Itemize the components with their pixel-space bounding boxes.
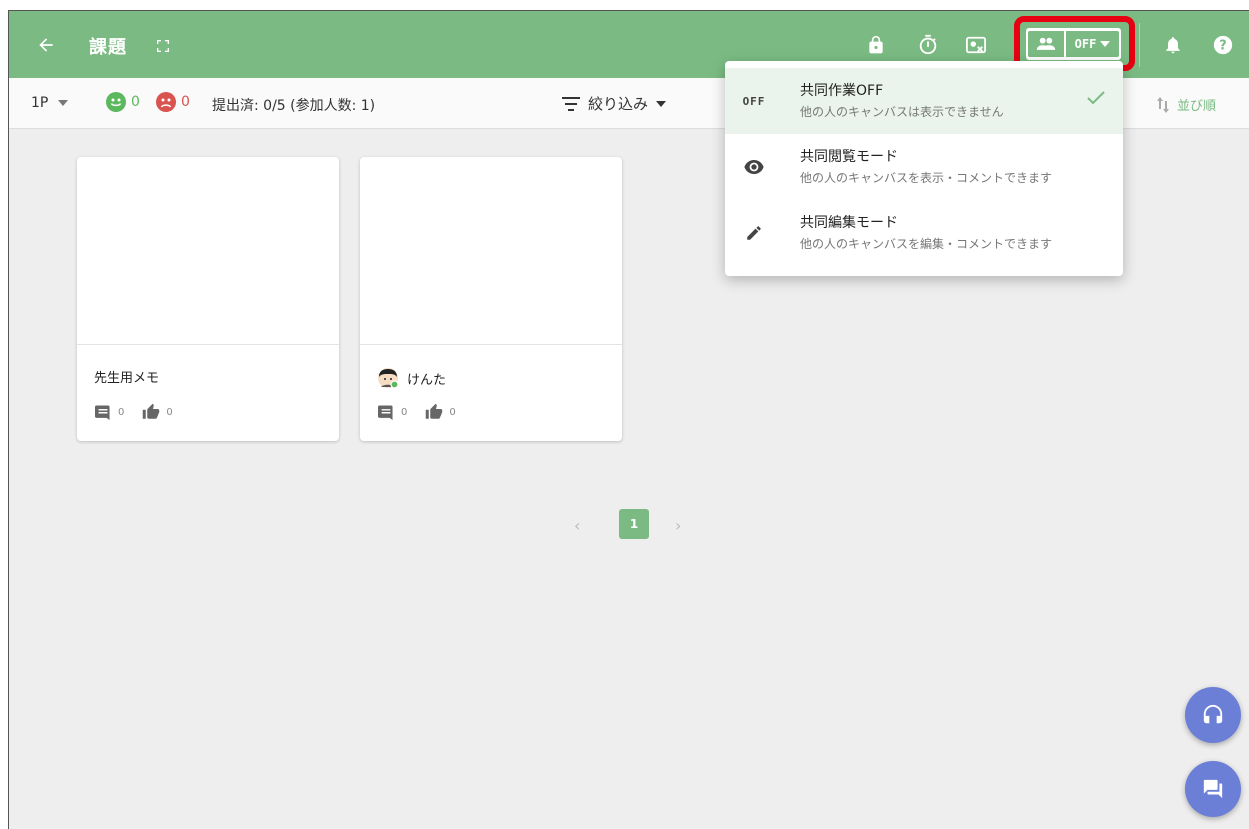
svg-text:?: ? — [1219, 39, 1226, 54]
caret-down-icon — [58, 100, 69, 106]
avatar — [378, 368, 399, 389]
sort-label: 並び順 — [1177, 99, 1217, 114]
card-thumbnail — [77, 157, 339, 345]
filter-icon — [562, 96, 580, 111]
menu-item-subtitle: 他の人のキャンバスを表示・コメントできます — [800, 171, 1053, 185]
sort-button[interactable]: 並び順 — [1157, 95, 1216, 114]
headset-icon — [1203, 704, 1223, 724]
off-icon-text: OFF — [742, 94, 766, 108]
pagination-prev[interactable]: ‹ — [574, 516, 580, 535]
off-icon: OFF — [739, 90, 769, 112]
sort-icon — [1157, 96, 1169, 113]
card-thumbnail — [360, 157, 622, 345]
timer-icon[interactable] — [914, 31, 942, 59]
page-selector[interactable]: 1P — [31, 95, 69, 111]
frown-icon — [156, 92, 176, 112]
page-selector-label: 1P — [31, 95, 49, 111]
submission-status: 提出済: 0/5 (参加人数: 1) — [212, 98, 376, 114]
pagination-page[interactable]: 1 — [619, 509, 649, 539]
fullscreen-icon[interactable] — [149, 32, 177, 60]
comment-count-group[interactable]: 0 — [94, 404, 124, 420]
smile-reaction: 0 — [106, 92, 140, 112]
frown-count: 0 — [181, 94, 190, 110]
filter-button[interactable]: 絞り込み — [562, 93, 667, 114]
like-count: 0 — [166, 406, 173, 418]
caret-down-icon — [656, 100, 667, 107]
menu-item-title: 共同編集モード — [800, 215, 898, 231]
check-icon — [1087, 90, 1105, 109]
card-stats: 0 0 — [94, 403, 191, 421]
chat-button[interactable] — [1185, 761, 1241, 817]
lock-icon[interactable] — [862, 31, 890, 59]
help-icon[interactable]: ? — [1209, 31, 1237, 59]
eye-icon — [739, 156, 769, 178]
menu-item-collab-view[interactable]: 共同閲覧モード 他の人のキャンバスを表示・コメントできます — [725, 134, 1123, 200]
comment-icon — [378, 405, 393, 420]
back-arrow-icon[interactable] — [32, 31, 60, 59]
smile-count: 0 — [131, 94, 140, 110]
card-name: けんた — [377, 367, 446, 389]
menu-item-subtitle: 他の人のキャンバスを編集・コメントできます — [800, 237, 1053, 251]
filter-label: 絞り込み — [588, 95, 649, 113]
menu-item-title: 共同閲覧モード — [800, 149, 898, 165]
comment-count-group[interactable]: 0 — [377, 404, 407, 420]
menu-item-title: 共同作業OFF — [800, 83, 884, 99]
comment-count: 0 — [118, 406, 125, 418]
canvas-card[interactable]: 先生用メモ 0 0 — [77, 157, 339, 441]
like-count-group[interactable]: 0 — [425, 403, 456, 421]
comment-icon — [95, 405, 110, 420]
page-title: 課題 — [89, 37, 127, 58]
like-count-group[interactable]: 0 — [142, 403, 173, 421]
menu-item-collab-edit[interactable]: 共同編集モード 他の人のキャンバスを編集・コメントできます — [725, 200, 1123, 266]
toolbar-divider — [1139, 23, 1140, 67]
thumbs-up-icon — [143, 403, 160, 419]
canvas-card[interactable]: けんた 0 0 — [360, 157, 622, 441]
comment-count: 0 — [401, 406, 408, 418]
collab-mode-menu: OFF 共同作業OFF 他の人のキャンバスは表示できません 共同閲覧モード 他の… — [725, 61, 1123, 276]
card-name-text: 先生用メモ — [94, 371, 160, 386]
card-name-text: けんた — [407, 372, 447, 388]
like-count: 0 — [449, 406, 456, 418]
support-button[interactable] — [1185, 687, 1241, 743]
preview-off-icon[interactable] — [962, 31, 990, 59]
menu-item-subtitle: 他の人のキャンバスは表示できません — [800, 105, 1004, 119]
card-stats: 0 0 — [377, 403, 474, 421]
pencil-icon — [739, 222, 769, 244]
card-name: 先生用メモ — [94, 367, 159, 386]
bell-icon[interactable] — [1159, 31, 1187, 59]
menu-item-collab-off[interactable]: OFF 共同作業OFF 他の人のキャンバスは表示できません — [725, 68, 1123, 134]
thumbs-up-icon — [426, 403, 443, 419]
app-frame: 課題 OFF ? 1P 0 0 提出済: 0/5 (参加人数: 1) 絞り込み … — [8, 10, 1249, 829]
smile-icon — [106, 92, 126, 112]
chat-icon — [1203, 779, 1223, 799]
frown-reaction: 0 — [156, 92, 190, 112]
pagination-next[interactable]: › — [675, 516, 681, 535]
